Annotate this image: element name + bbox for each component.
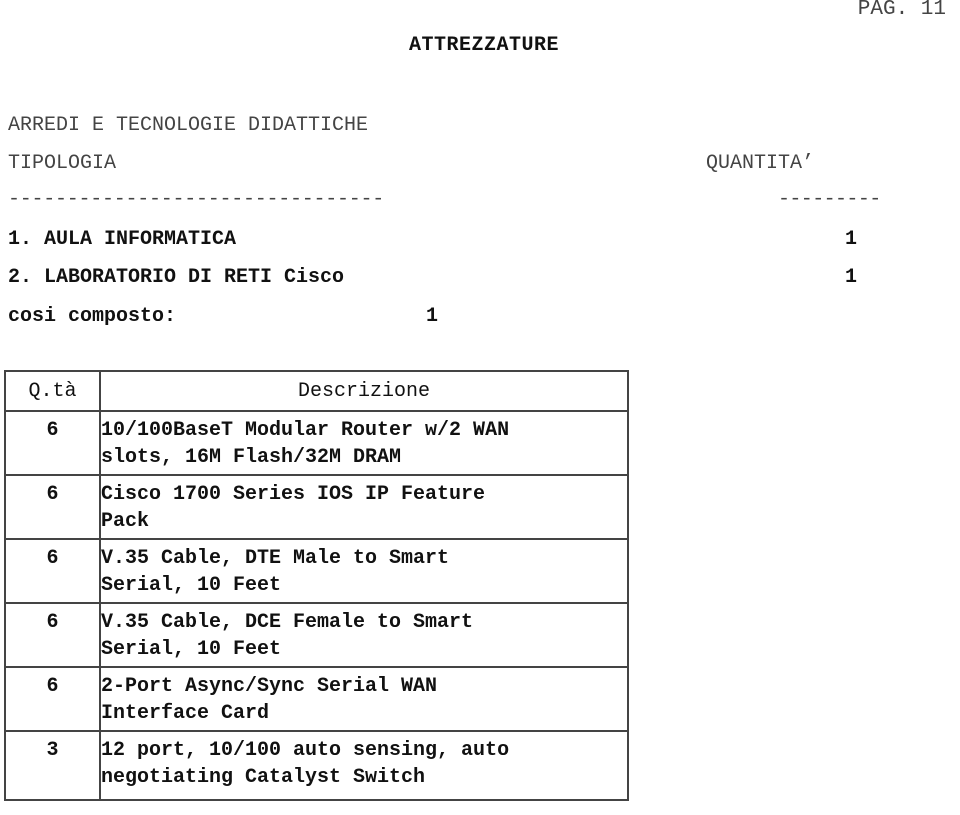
row-qty: 6 [4,602,101,668]
description-line: V.35 Cable, DTE Male to Smart [101,547,450,570]
separator-quantita: --------- [778,188,881,211]
description-line: 2-Port Async/Sync Serial WAN [101,675,438,698]
table-row: 6 V.35 Cable, DTE Male to Smart Serial, 1… [4,538,629,604]
description-line: 10/100BaseT Modular Router w/2 WAN [101,419,510,442]
summary-item-qty: 1 [845,266,858,289]
column-header-quantita: QUANTITA’ [706,152,815,175]
summary-item-label: 2. LABORATORIO DI RETI Cisco [8,266,345,289]
row-qty: 6 [4,474,101,540]
description-line: Cisco 1700 Series IOS IP Feature [101,483,486,506]
page-number: PAG. 11 [857,0,946,21]
description-line: V.35 Cable, DCE Female to Smart [101,611,474,634]
row-qty: 6 [4,410,101,476]
header-description: Descrizione [99,370,629,412]
description-line: slots, 16M Flash/32M DRAM [101,446,402,469]
row-description: 12 port, 10/100 auto sensing, auto negoti… [99,730,629,801]
table-row: 6 2-Port Async/Sync Serial WAN Interface … [4,666,629,732]
header-qty: Q.tà [4,370,101,412]
separator-tipologia: -------------------------------- [8,188,385,211]
description-line: negotiating Catalyst Switch [101,766,426,789]
row-description: 10/100BaseT Modular Router w/2 WAN slots,… [99,410,629,476]
table-row: 3 12 port, 10/100 auto sensing, auto nego… [4,730,629,801]
description-line: 12 port, 10/100 auto sensing, auto [101,739,510,762]
composto-qty: 1 [426,305,439,328]
row-qty: 6 [4,666,101,732]
table-header-row: Q.tà Descrizione [4,370,629,412]
equipment-table: Q.tà Descrizione 6 10/100BaseT Modular R… [4,370,629,801]
column-header-tipologia: TIPOLOGIA [8,152,117,175]
row-qty: 3 [4,730,101,801]
table-row: 6 Cisco 1700 Series IOS IP Feature Pack [4,474,629,540]
description-line: Serial, 10 Feet [101,574,282,597]
row-qty: 6 [4,538,101,604]
row-description: V.35 Cable, DCE Female to Smart Serial, 1… [99,602,629,668]
row-description: V.35 Cable, DTE Male to Smart Serial, 10 … [99,538,629,604]
row-description: 2-Port Async/Sync Serial WAN Interface Ca… [99,666,629,732]
section-title: ARREDI E TECNOLOGIE DIDATTICHE [8,114,369,137]
summary-item-qty: 1 [845,228,858,251]
description-line: Interface Card [101,702,270,725]
table-row: 6 10/100BaseT Modular Router w/2 WAN slot… [4,410,629,476]
description-line: Pack [101,510,150,533]
composto-label: cosi composto: [8,305,177,328]
summary-item-label: 1. AULA INFORMATICA [8,228,237,251]
description-line: Serial, 10 Feet [101,638,282,661]
page-title: ATTREZZATURE [408,34,560,57]
table-row: 6 V.35 Cable, DCE Female to Smart Serial,… [4,602,629,668]
row-description: Cisco 1700 Series IOS IP Feature Pack [99,474,629,540]
